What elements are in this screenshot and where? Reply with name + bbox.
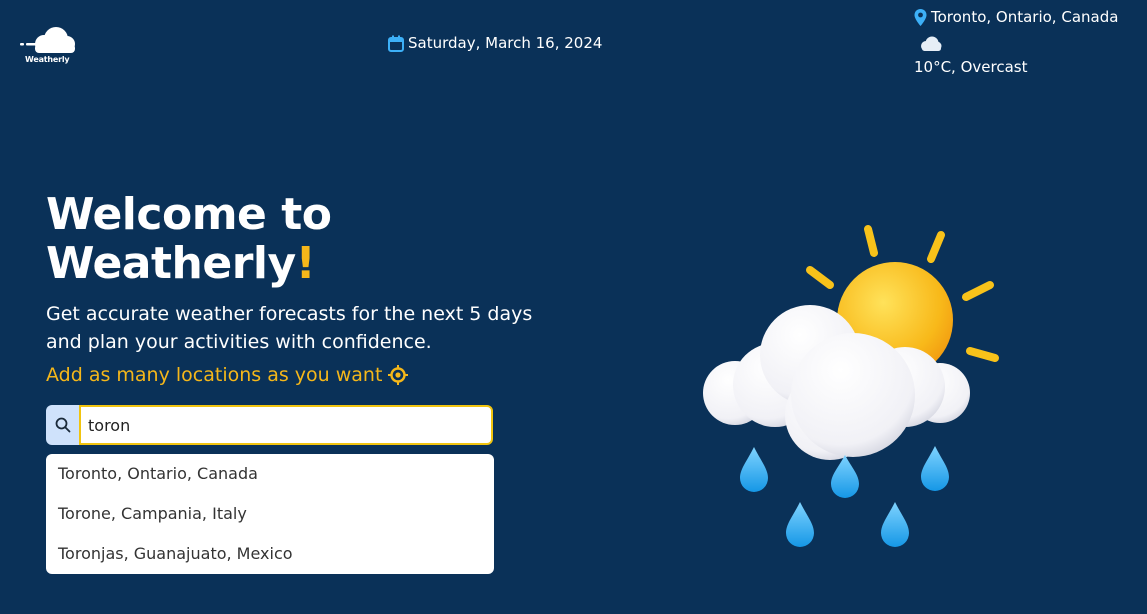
- search-suggestions: Toronto, Ontario, Canada Torone, Campani…: [46, 454, 494, 574]
- add-locations-hint: Add as many locations as you want: [46, 364, 409, 386]
- heading-line-1: Welcome to: [46, 189, 332, 240]
- current-condition: 10°C, Overcast: [914, 58, 1028, 76]
- weatherly-logo[interactable]: Weatherly: [18, 24, 80, 68]
- hero-subtitle: Get accurate weather forecasts for the n…: [46, 300, 586, 356]
- welcome-heading: Welcome to Weatherly!: [46, 189, 332, 289]
- subtitle-line-2: and plan your activities with confidence…: [46, 331, 432, 353]
- heading-line-2: Weatherly: [46, 238, 296, 289]
- location-search: [46, 405, 493, 445]
- location-pin-icon: [914, 8, 927, 26]
- cloud-icon: [921, 36, 942, 51]
- current-weather: Toronto, Ontario, Canada 10°C, Overcast: [914, 6, 1118, 76]
- calendar-icon: [388, 35, 404, 52]
- date-text: Saturday, March 16, 2024: [408, 34, 603, 52]
- cloud-logo-icon: [20, 27, 75, 53]
- sun-cloud-rain-illustration: [703, 225, 999, 547]
- suggestion-item[interactable]: Torone, Campania, Italy: [46, 494, 494, 534]
- location-target-icon: [388, 365, 409, 385]
- search-button[interactable]: [46, 405, 79, 445]
- subtitle-line-1: Get accurate weather forecasts for the n…: [46, 303, 533, 325]
- heading-accent: !: [295, 238, 316, 289]
- add-locations-text: Add as many locations as you want: [46, 364, 383, 386]
- logo-text: Weatherly: [25, 55, 70, 64]
- current-location: Toronto, Ontario, Canada: [931, 8, 1119, 26]
- search-icon: [55, 417, 70, 433]
- search-input[interactable]: [79, 405, 493, 445]
- current-date: Saturday, March 16, 2024: [388, 34, 602, 52]
- suggestion-item[interactable]: Toronjas, Guanajuato, Mexico: [46, 534, 494, 574]
- suggestion-item[interactable]: Toronto, Ontario, Canada: [46, 454, 494, 494]
